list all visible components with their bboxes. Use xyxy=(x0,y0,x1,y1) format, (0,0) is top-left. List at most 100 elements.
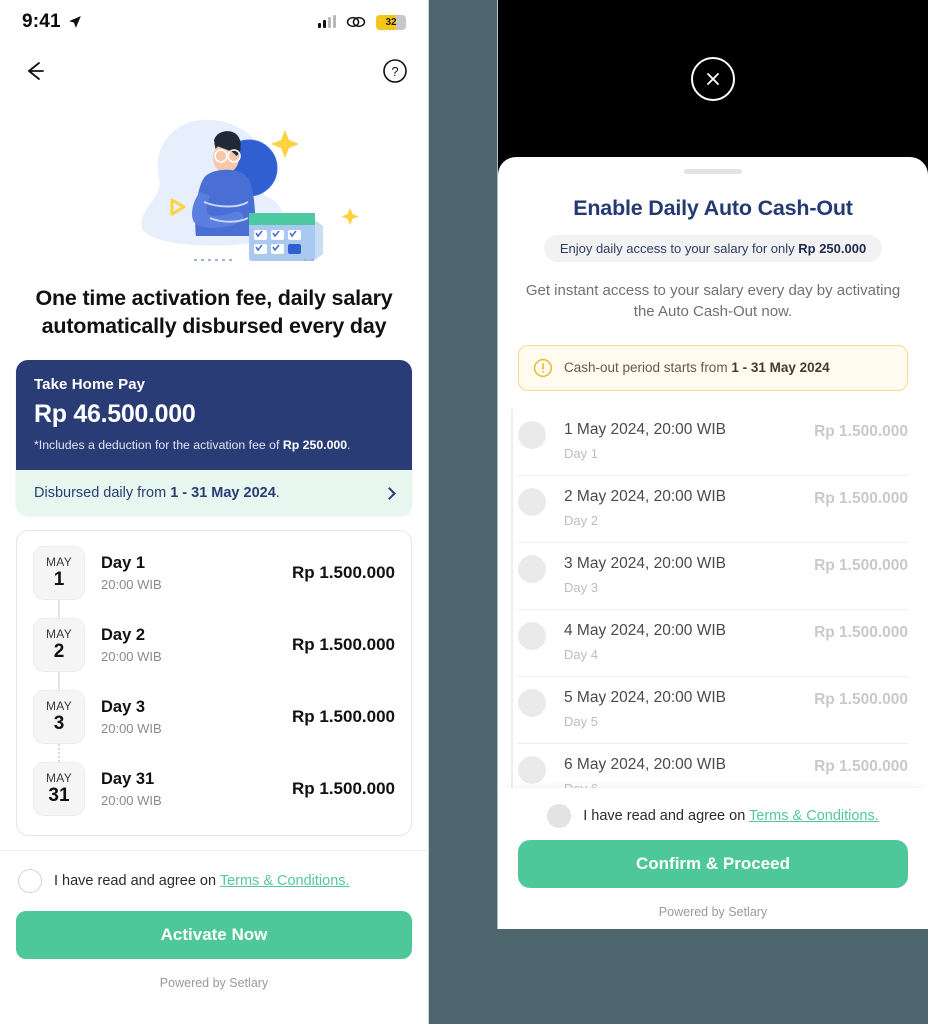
timeline-connector xyxy=(58,672,60,691)
alert-prefix: Cash-out period starts from xyxy=(564,360,732,376)
terms-checkbox[interactable] xyxy=(547,804,572,828)
date-chip-day: 3 xyxy=(53,712,65,734)
sheet-title: Enable Daily Auto Cash-Out xyxy=(573,196,853,220)
terms-agreement-text: I have read and agree on Terms & Conditi… xyxy=(583,808,879,824)
exclamation-circle-icon xyxy=(533,358,553,377)
timeline-amount: Rp 1.500.000 xyxy=(814,690,908,708)
terms-checkbox[interactable] xyxy=(18,869,42,894)
timeline-row-body: 5 May 2024, 20:00 WIB Day 5 xyxy=(564,689,814,729)
drag-handle[interactable] xyxy=(684,169,742,174)
timeline-day: Day 3 xyxy=(564,579,598,595)
hero-illustration xyxy=(0,98,428,277)
date-chip-month: MAY xyxy=(45,770,72,785)
schedule-row[interactable]: MAY 2 Day 2 20:00 WIB Rp 1.500.000 xyxy=(17,609,411,691)
timeline-row-body: 6 May 2024, 20:00 WIB Day 6 xyxy=(564,756,814,788)
activation-fee-note: *Includes a deduction for the activation… xyxy=(34,438,394,452)
note-suffix: . xyxy=(347,438,351,453)
battery-icon: 32 xyxy=(376,14,406,30)
alert-range: 1 - 31 May 2024 xyxy=(731,360,830,376)
schedule-row[interactable]: MAY 3 Day 3 20:00 WIB Rp 1.500.000 xyxy=(17,681,411,763)
confirm-proceed-button[interactable]: Confirm & Proceed xyxy=(518,840,908,888)
timeline-day: Day 5 xyxy=(564,713,598,729)
terms-agreement-row[interactable]: I have read and agree on Terms & Conditi… xyxy=(518,792,908,832)
sheet-footer: I have read and agree on Terms & Conditi… xyxy=(498,788,928,929)
location-arrow-icon xyxy=(68,16,81,28)
chevron-right-icon xyxy=(383,486,396,500)
timeline-dot xyxy=(518,755,546,784)
modal-overlay-header xyxy=(498,0,928,157)
disburse-suffix: . xyxy=(275,485,280,502)
powered-by-label: Powered by Setlary xyxy=(159,976,269,991)
alert-text: Cash-out period starts from 1 - 31 May 2… xyxy=(564,360,830,375)
timeline-date: 5 May 2024, 20:00 WIB xyxy=(564,688,726,706)
schedule-day-label: Day 31 xyxy=(101,770,155,789)
timeline-connector-dotted xyxy=(58,744,60,763)
timeline-connector xyxy=(58,600,60,619)
schedule-amount: Rp 1.500.000 xyxy=(291,563,395,583)
bottom-sheet: Enable Daily Auto Cash-Out Enjoy daily a… xyxy=(498,157,928,929)
agree-label: I have read and agree on xyxy=(54,873,220,890)
timeline-amount: Rp 1.500.000 xyxy=(814,757,908,775)
schedule-row[interactable]: MAY 1 Day 1 20:00 WIB Rp 1.500.000 xyxy=(17,537,411,619)
date-chip-day: 2 xyxy=(53,640,65,662)
left-phone-panel: 9:41 32 ? One time activation fee, daily… xyxy=(0,0,429,1024)
date-chip: MAY 2 xyxy=(33,618,85,673)
schedule-row[interactable]: MAY 31 Day 31 20:00 WIB Rp 1.500.000 xyxy=(17,753,411,825)
cashout-timeline-list[interactable]: 1 May 2024, 20:00 WIB Day 1 Rp 1.500.000… xyxy=(498,391,928,788)
status-time: 9:41 xyxy=(22,11,61,32)
summary-card: Take Home Pay Rp 46.500.000 *Includes a … xyxy=(16,360,412,517)
schedule-row-body: Day 31 20:00 WIB xyxy=(85,770,292,808)
date-chip-day: 1 xyxy=(53,568,65,590)
svg-text:?: ? xyxy=(391,64,398,79)
timeline-date: 2 May 2024, 20:00 WIB xyxy=(564,487,726,505)
page-title: One time activation fee, daily salary au… xyxy=(35,286,393,338)
schedule-time: 20:00 WIB xyxy=(101,793,162,809)
disbursement-period-row[interactable]: Disbursed daily from 1 - 31 May 2024. xyxy=(16,470,412,517)
schedule-row-body: Day 3 20:00 WIB xyxy=(85,698,292,736)
timeline-date: 1 May 2024, 20:00 WIB xyxy=(564,420,726,438)
timeline-amount: Rp 1.500.000 xyxy=(814,422,908,440)
timeline-dot xyxy=(518,420,546,449)
status-bar: 9:41 32 xyxy=(0,0,428,44)
timeline-row[interactable]: 4 May 2024, 20:00 WIB Day 4 Rp 1.500.000 xyxy=(518,610,908,677)
price-pill-amount: Rp 250.000 xyxy=(798,241,867,256)
date-chip: MAY 1 xyxy=(33,546,85,601)
timeline-row[interactable]: 6 May 2024, 20:00 WIB Day 6 Rp 1.500.000 xyxy=(518,744,908,788)
right-phone-panel: Enable Daily Auto Cash-Out Enjoy daily a… xyxy=(497,0,928,929)
timeline-amount: Rp 1.500.000 xyxy=(814,623,908,641)
terms-agreement-row[interactable]: I have read and agree on Terms & Conditi… xyxy=(0,851,428,897)
cellular-signal-icon xyxy=(318,15,336,28)
schedule-amount: Rp 1.500.000 xyxy=(291,707,395,727)
price-pill: Enjoy daily access to your salary for on… xyxy=(543,235,883,262)
status-bar-right: 32 xyxy=(318,14,406,30)
timeline-row[interactable]: 1 May 2024, 20:00 WIB Day 1 Rp 1.500.000 xyxy=(518,409,908,476)
timeline-amount: Rp 1.500.000 xyxy=(814,489,908,507)
schedule-day-label: Day 3 xyxy=(101,698,146,717)
timeline-dot xyxy=(518,688,546,717)
schedule-time: 20:00 WIB xyxy=(101,721,162,737)
schedule-time: 20:00 WIB xyxy=(101,577,162,593)
timeline-dot xyxy=(518,554,546,583)
timeline-day: Day 1 xyxy=(564,445,598,461)
timeline-row[interactable]: 2 May 2024, 20:00 WIB Day 2 Rp 1.500.000 xyxy=(518,476,908,543)
timeline-dot xyxy=(518,487,546,516)
timeline-amount: Rp 1.500.000 xyxy=(814,556,908,574)
activate-now-button[interactable]: Activate Now xyxy=(16,911,412,960)
take-home-pay-amount: Rp 46.500.000 xyxy=(34,400,196,429)
timeline-row[interactable]: 5 May 2024, 20:00 WIB Day 5 Rp 1.500.000 xyxy=(518,677,908,744)
timeline-day: Day 2 xyxy=(564,512,598,528)
terms-conditions-link[interactable]: Terms & Conditions. xyxy=(749,808,879,824)
back-arrow-icon[interactable] xyxy=(20,56,50,86)
close-x-icon[interactable] xyxy=(691,56,735,101)
take-home-pay-block: Take Home Pay Rp 46.500.000 *Includes a … xyxy=(16,360,412,471)
disburse-range: 1 - 31 May 2024 xyxy=(170,485,276,502)
chain-link-icon xyxy=(346,16,366,28)
timeline-row[interactable]: 3 May 2024, 20:00 WIB Day 3 Rp 1.500.000 xyxy=(518,543,908,610)
schedule-row-body: Day 2 20:00 WIB xyxy=(85,626,292,664)
terms-conditions-link[interactable]: Terms & Conditions. xyxy=(220,873,350,889)
help-question-icon[interactable]: ? xyxy=(382,58,408,84)
schedule-row-body: Day 1 20:00 WIB xyxy=(85,554,292,592)
schedule-time: 20:00 WIB xyxy=(101,649,162,665)
schedule-day-label: Day 2 xyxy=(101,626,146,645)
date-chip-month: MAY xyxy=(45,554,72,569)
